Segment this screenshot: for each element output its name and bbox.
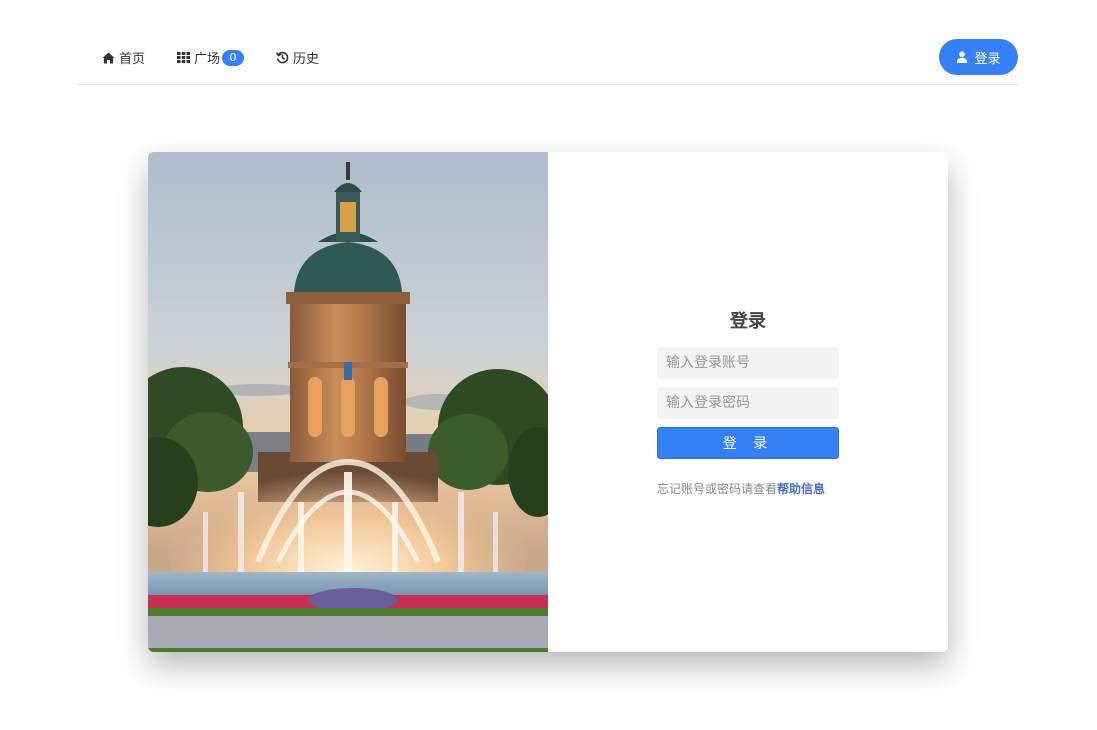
history-icon: [276, 51, 289, 64]
login-title: 登录: [730, 311, 766, 332]
user-icon: [957, 51, 968, 63]
nav-item-home[interactable]: 首页: [102, 48, 145, 67]
header-login-label: 登录: [974, 51, 1001, 67]
top-navbar: 首页 广场 0 历史 登录: [78, 36, 1019, 85]
water-tower-photo: [148, 152, 548, 652]
nav-item-home-label: 首页: [119, 52, 146, 67]
account-input[interactable]: [657, 347, 839, 379]
help-text-label: 忘记账号或密码请查看: [657, 482, 778, 496]
home-icon: [102, 52, 115, 63]
login-form: 登录 登 录 忘记账号或密码请查看帮助信息: [657, 307, 839, 497]
login-submit-button[interactable]: 登 录: [657, 427, 839, 459]
nav-item-history-label: 历史: [293, 52, 320, 67]
nav-item-square[interactable]: 广场 0: [177, 48, 245, 67]
header-login-button[interactable]: 登录: [939, 39, 1018, 75]
square-count-badge: 0: [222, 49, 245, 66]
nav-menu: 首页 广场 0 历史: [102, 48, 351, 67]
password-input[interactable]: [657, 387, 839, 419]
help-info-link[interactable]: 帮助信息: [777, 482, 825, 496]
grid-icon: [177, 52, 191, 63]
nav-item-history[interactable]: 历史: [276, 48, 319, 67]
login-card: 登录 登 录 忘记账号或密码请查看帮助信息: [148, 152, 948, 652]
nav-item-square-label: 广场: [194, 52, 221, 67]
help-text: 忘记账号或密码请查看帮助信息: [657, 480, 839, 497]
